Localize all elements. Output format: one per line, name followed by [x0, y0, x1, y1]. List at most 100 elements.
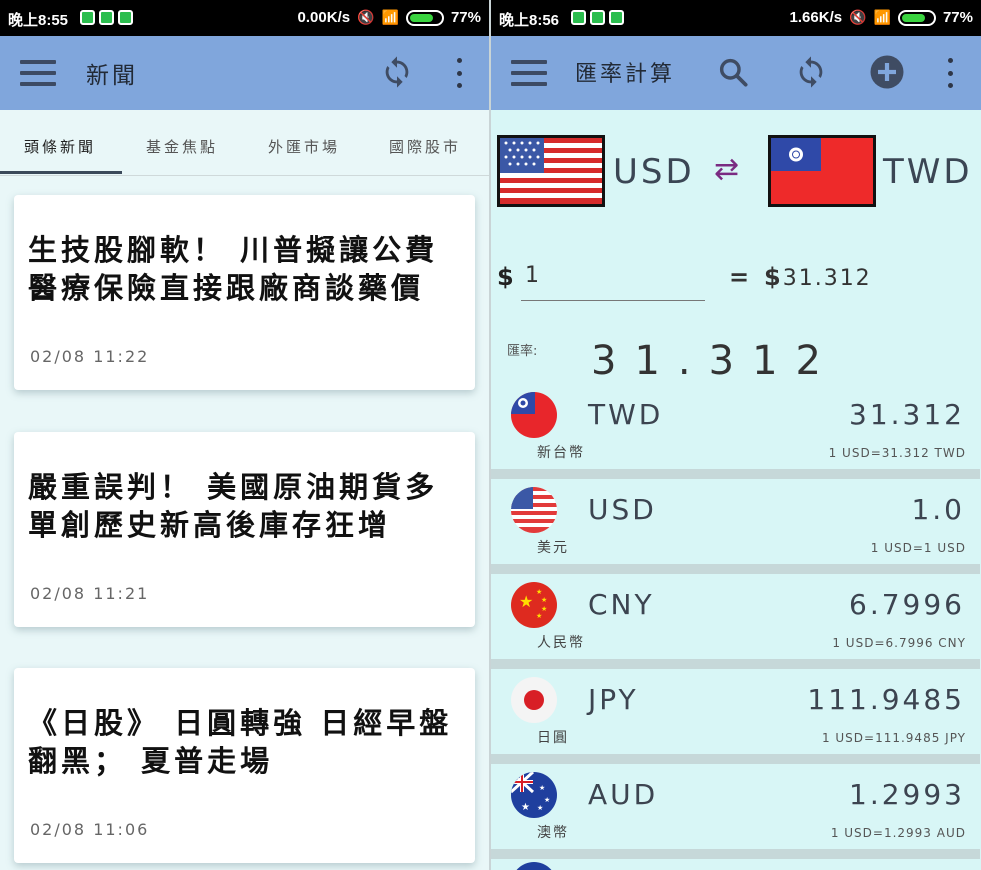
currency-value: 1.0	[911, 493, 965, 526]
battery-icon	[897, 9, 936, 26]
converted-result: $31.312	[764, 263, 872, 291]
svg-text:★: ★	[537, 804, 543, 812]
flag-china-icon: ★ ★ ★ ★ ★	[511, 582, 557, 628]
from-flag-usa-icon[interactable]	[497, 135, 605, 207]
news-headline: 嚴重誤判！ 美國原油期貨多單創歷史新高後庫存狂增	[28, 470, 439, 542]
mute-icon: 🔇	[849, 9, 867, 25]
page-title: 匯率計算	[575, 62, 676, 87]
row-separator	[491, 659, 980, 669]
svg-text:★: ★	[539, 784, 545, 792]
tab-global-stocks[interactable]: 國際股市	[389, 136, 461, 157]
news-date: 02/08 11:06	[30, 820, 150, 839]
rate-label: 匯率:	[507, 344, 538, 359]
app-notification-icon	[571, 10, 586, 25]
news-card[interactable]: 生技股腳軟！ 川普擬讓公費醫療保險直接跟廠商談藥價 02/08 11:22	[14, 195, 475, 390]
flag-taiwan-icon	[511, 392, 557, 438]
currency-value: 1.2993	[849, 778, 965, 811]
svg-text:★: ★	[544, 796, 550, 804]
currency-rate: 1 USD=1 USD	[870, 541, 966, 555]
toolbar: 新聞	[0, 36, 489, 110]
net-speed: 0.00K/s	[297, 9, 351, 26]
refresh-icon[interactable]	[791, 52, 831, 92]
currency-rate: 1 USD=6.7996 CNY	[832, 636, 966, 650]
news-tabs: 頭條新聞 基金焦點 外匯市場 國際股市	[0, 110, 489, 176]
tabs-divider	[0, 175, 489, 176]
currency-row[interactable]: ★ ★ ★ ★ AUD 1.2993 澳幣 1 USD=1.2993 AUD	[491, 764, 980, 859]
amount-row: $ 1 = $31.312	[491, 255, 981, 305]
mute-icon: 🔇	[357, 9, 375, 25]
svg-text:★: ★	[519, 592, 533, 611]
overflow-menu-icon[interactable]	[454, 58, 464, 88]
app-notification-icon	[80, 10, 95, 25]
row-separator	[491, 469, 980, 479]
flag-usa-icon	[511, 487, 557, 533]
wifi-icon: 📶	[381, 9, 399, 25]
tab-forex-market[interactable]: 外匯市場	[268, 136, 340, 157]
svg-text:★: ★	[541, 596, 547, 604]
currency-rate: 1 USD=111.9485 JPY	[821, 731, 966, 745]
svg-text:★: ★	[536, 588, 542, 596]
search-icon[interactable]	[713, 52, 753, 92]
status-time: 晚上8:55	[8, 12, 69, 29]
currency-row[interactable]: ★ ★ ★ ★ ★ CNY 6.7996 人民幣 1 USD=6.7996 CNY	[491, 574, 980, 669]
chat-notification-icon	[609, 10, 624, 25]
svg-text:★: ★	[521, 802, 530, 813]
add-currency-icon[interactable]	[867, 52, 907, 92]
row-separator	[491, 564, 980, 574]
news-date: 02/08 11:22	[30, 347, 150, 366]
swap-arrows-icon[interactable]: ⇄	[714, 152, 739, 187]
line-notification-icon	[99, 10, 114, 25]
toolbar: 匯率計算	[491, 36, 981, 110]
flag-japan-icon	[511, 677, 557, 723]
currency-name: 美元	[537, 540, 569, 556]
currency-row[interactable]: TWD 31.312 新台幣 1 USD=31.312 TWD	[491, 384, 980, 479]
svg-text:★: ★	[536, 612, 542, 620]
currency-name: 新台幣	[537, 445, 585, 461]
notification-icons	[80, 10, 133, 25]
currency-row[interactable]: JPY 111.9485 日圓 1 USD=111.9485 JPY	[491, 669, 980, 764]
menu-icon[interactable]	[511, 60, 547, 86]
amount-input[interactable]: 1	[521, 263, 705, 301]
currency-rate: 1 USD=31.312 TWD	[828, 446, 966, 460]
news-date: 02/08 11:21	[30, 584, 150, 603]
currency-code: AUD	[588, 778, 659, 811]
result-value: 31.312	[782, 266, 872, 291]
battery-percent: 77%	[450, 9, 481, 26]
from-currency-code[interactable]: USD	[613, 152, 695, 192]
currency-code: USD	[588, 493, 657, 526]
to-currency-code[interactable]: TWD	[883, 152, 973, 192]
page-title: 新聞	[86, 63, 138, 89]
overflow-menu-icon[interactable]	[945, 58, 955, 88]
refresh-icon[interactable]	[377, 52, 417, 92]
tab-fund-focus[interactable]: 基金焦點	[146, 136, 218, 157]
currency-code: TWD	[588, 398, 664, 431]
row-separator	[491, 849, 980, 859]
battery-icon	[405, 9, 444, 26]
news-headline: 生技股腳軟！ 川普擬讓公費醫療保險直接跟廠商談藥價	[28, 233, 439, 305]
tab-headlines[interactable]: 頭條新聞	[24, 136, 96, 157]
to-flag-taiwan-icon[interactable]	[768, 135, 876, 207]
tab-indicator	[0, 171, 122, 174]
rate-value: 31.312	[591, 338, 839, 384]
currency-row[interactable]: USD 1.0 美元 1 USD=1 USD	[491, 479, 980, 574]
currency-code: CNY	[588, 588, 655, 621]
currency-code: JPY	[588, 683, 639, 716]
news-card[interactable]: 嚴重誤判！ 美國原油期貨多單創歷史新高後庫存狂增 02/08 11:21	[14, 432, 475, 627]
currency-value: 31.312	[849, 398, 965, 431]
amount-prefix: $	[497, 263, 514, 291]
equals-sign: =	[729, 263, 750, 291]
battery-percent: 77%	[942, 9, 973, 26]
news-screen: 晚上8:55 0.00K/s 🔇 📶 77% 新聞 頭條新聞 基金焦點 外匯市場…	[0, 0, 489, 870]
news-card[interactable]: 《日股》 日圓轉強 日經早盤翻黑； 夏普走場 02/08 11:06	[14, 668, 475, 863]
row-separator	[491, 754, 980, 764]
currency-rate: 1 USD=1.2993 AUD	[830, 826, 966, 840]
currency-value: 111.9485	[807, 683, 965, 716]
status-time: 晚上8:56	[499, 12, 560, 29]
currency-name: 澳幣	[537, 825, 569, 841]
next-flag-icon	[511, 862, 557, 870]
converter-screen: 晚上8:56 1.66K/s 🔇 📶 77% 匯率計算 USD ⇄ TWD $ …	[491, 0, 981, 870]
status-bar: 晚上8:55 0.00K/s 🔇 📶 77%	[0, 0, 489, 36]
result-prefix: $	[764, 263, 783, 291]
menu-icon[interactable]	[20, 60, 56, 86]
notification-icons	[571, 10, 624, 25]
